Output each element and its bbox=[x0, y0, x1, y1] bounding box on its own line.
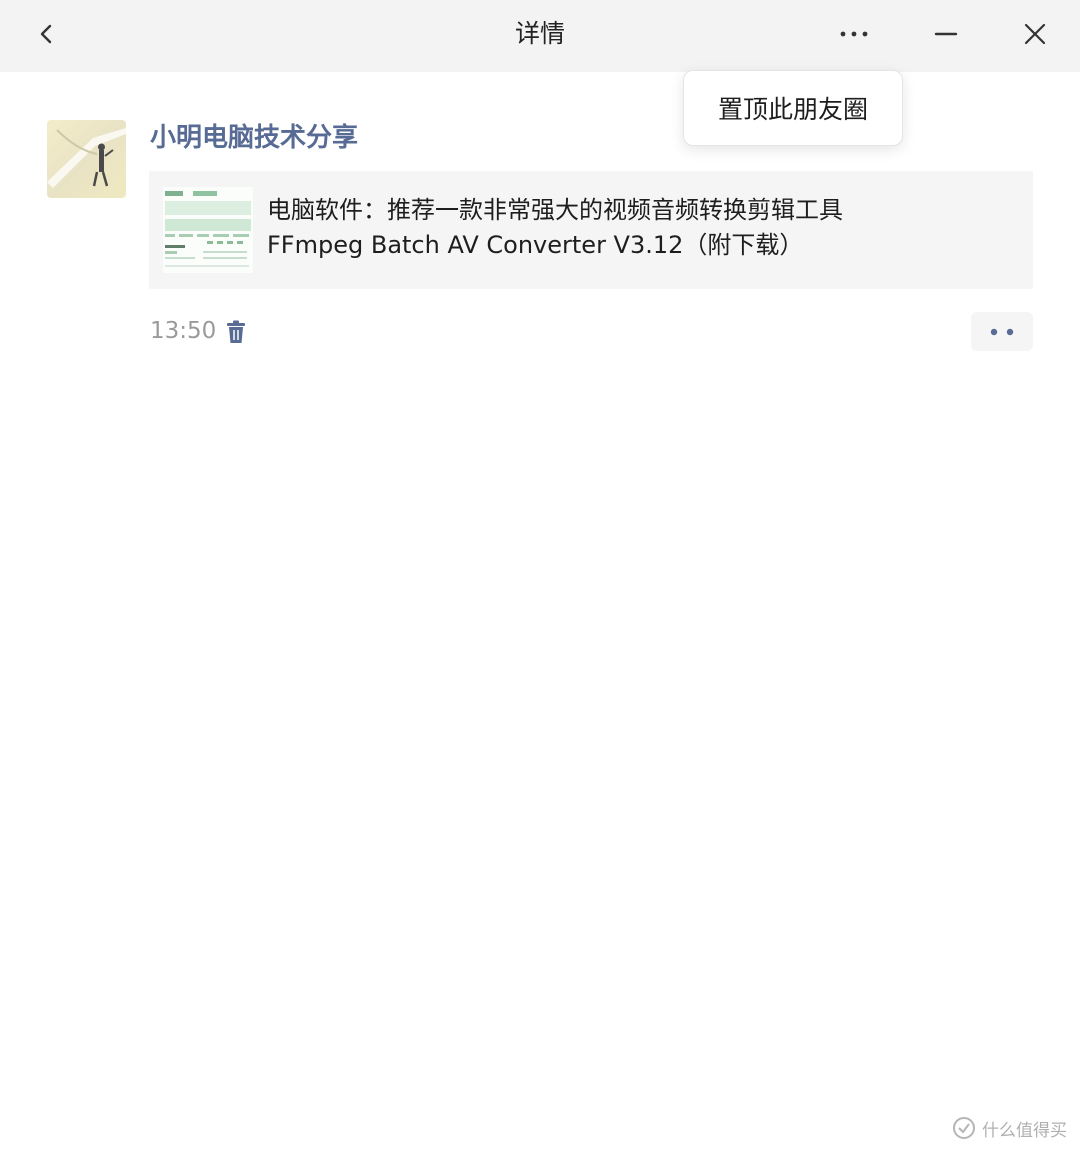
link-thumbnail bbox=[163, 187, 253, 273]
more-button[interactable] bbox=[832, 16, 876, 52]
title-bar: 详情 bbox=[0, 0, 1080, 72]
watermark-logo-icon bbox=[953, 1117, 975, 1139]
close-button[interactable] bbox=[1014, 14, 1056, 54]
trash-icon bbox=[227, 320, 245, 343]
pin-moment-menu-item[interactable]: 置顶此朋友圈 bbox=[718, 90, 868, 126]
link-title: 电脑软件：推荐一款非常强大的视频音频转换剪辑工具 FFmpeg Batch AV… bbox=[267, 193, 1007, 263]
author-name[interactable]: 小明电脑技术分享 bbox=[150, 118, 358, 158]
minimize-button[interactable] bbox=[924, 16, 968, 52]
avatar-image bbox=[47, 120, 126, 198]
watermark-text: 什么值得买 bbox=[982, 1120, 1067, 1141]
link-title-line-2: FFmpeg Batch AV Converter V3.12（附下载） bbox=[267, 231, 804, 259]
watermark: 什么值得买 bbox=[952, 1113, 1067, 1143]
avatar[interactable] bbox=[47, 120, 126, 198]
post-time: 13:50 bbox=[150, 318, 217, 344]
like-comment-button[interactable] bbox=[971, 312, 1033, 351]
close-icon bbox=[1024, 23, 1046, 45]
two-dots-icon bbox=[990, 328, 1014, 335]
page-title: 详情 bbox=[514, 19, 565, 48]
minimize-icon bbox=[934, 32, 958, 36]
popup-menu: 置顶此朋友圈 bbox=[683, 70, 903, 146]
shared-link-card[interactable]: 电脑软件：推荐一款非常强大的视频音频转换剪辑工具 FFmpeg Batch AV… bbox=[149, 171, 1033, 289]
delete-button[interactable] bbox=[222, 317, 250, 347]
link-title-line-1: 电脑软件：推荐一款非常强大的视频音频转换剪辑工具 bbox=[267, 196, 843, 224]
more-dots-icon bbox=[840, 31, 868, 37]
